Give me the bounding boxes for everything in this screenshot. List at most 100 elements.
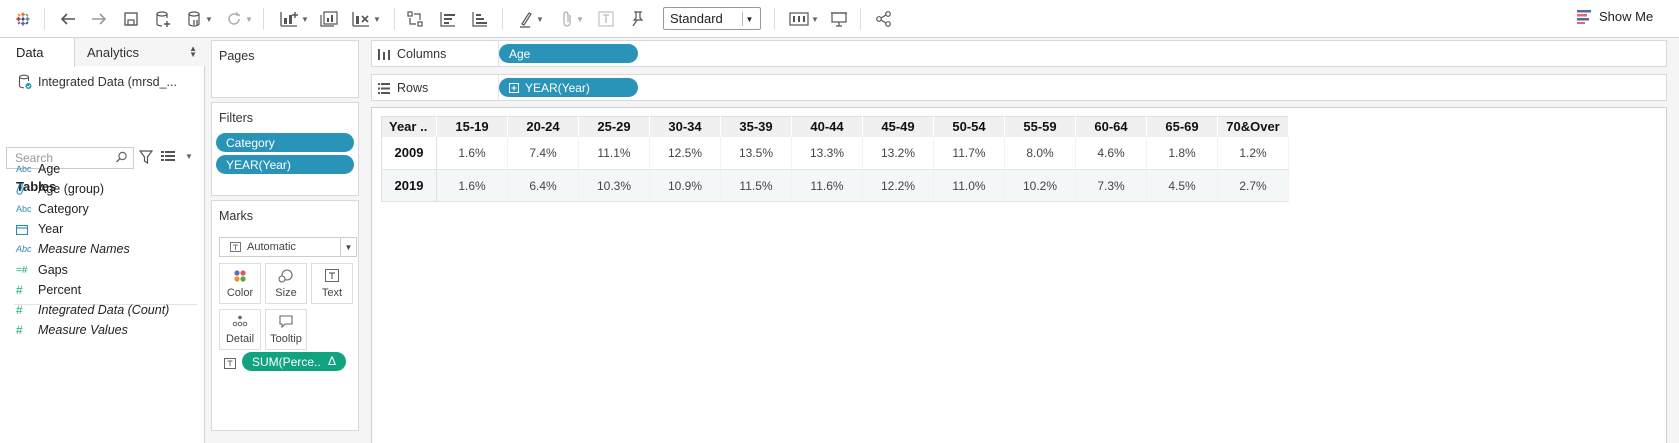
- show-cards-icon[interactable]: ▼: [787, 7, 821, 31]
- columns-pill-age[interactable]: Age: [499, 44, 638, 63]
- clear-sheet-caret-icon[interactable]: ▼: [373, 15, 381, 24]
- table-cell[interactable]: 1.2%: [1217, 136, 1289, 170]
- rows-pill-year[interactable]: YEAR(Year): [499, 78, 638, 97]
- field-integrated-data-count[interactable]: # Integrated Data (Count): [16, 300, 169, 320]
- group-members-icon[interactable]: ▼: [555, 7, 589, 31]
- table-cell[interactable]: 11.6%: [791, 169, 863, 202]
- column-header[interactable]: 30-34: [649, 116, 721, 137]
- filter-pill-year[interactable]: YEAR(Year): [216, 155, 354, 174]
- save-icon[interactable]: [121, 7, 141, 31]
- columns-shelf[interactable]: Columns Age: [371, 40, 1667, 67]
- table-cell[interactable]: 7.3%: [1075, 169, 1147, 202]
- table-cell[interactable]: 11.0%: [933, 169, 1005, 202]
- table-cell[interactable]: 12.5%: [649, 136, 721, 170]
- detail-button[interactable]: Detail: [219, 309, 261, 350]
- fix-axes-pin-icon[interactable]: [627, 7, 647, 31]
- column-header[interactable]: 65-69: [1146, 116, 1218, 137]
- table-cell[interactable]: 10.9%: [649, 169, 721, 202]
- column-header[interactable]: 25-29: [578, 116, 650, 137]
- new-worksheet-caret-icon[interactable]: ▼: [301, 15, 309, 24]
- tab-scroll-arrows-icon[interactable]: ▲ ▼: [189, 45, 197, 59]
- chevron-down-icon[interactable]: ▼: [742, 12, 756, 26]
- clear-sheet-icon[interactable]: ▼: [348, 7, 384, 31]
- tooltip-button[interactable]: Tooltip: [265, 309, 307, 350]
- table-cell[interactable]: 4.6%: [1075, 136, 1147, 170]
- view-options-caret-icon[interactable]: ▼: [185, 152, 193, 161]
- rows-shelf[interactable]: Rows YEAR(Year): [371, 74, 1667, 101]
- column-header[interactable]: 40-44: [791, 116, 863, 137]
- field-gaps[interactable]: =# Gaps: [16, 260, 68, 280]
- table-cell[interactable]: 10.2%: [1004, 169, 1076, 202]
- undo-icon[interactable]: [57, 7, 79, 31]
- new-worksheet-icon[interactable]: ▼: [276, 7, 312, 31]
- refresh-caret-icon[interactable]: ▼: [245, 15, 253, 24]
- color-button[interactable]: Color: [219, 263, 261, 304]
- show-cards-caret-icon[interactable]: ▼: [811, 15, 819, 24]
- table-cell[interactable]: 2.7%: [1217, 169, 1289, 202]
- field-age[interactable]: Abc Age: [16, 159, 60, 179]
- field-measure-values[interactable]: # Measure Values: [16, 320, 128, 340]
- table-cell[interactable]: 13.2%: [862, 136, 934, 170]
- chevron-down-icon[interactable]: ▼: [340, 238, 356, 256]
- tab-analytics[interactable]: Analytics ▲ ▼: [75, 38, 205, 66]
- column-header[interactable]: 60-64: [1075, 116, 1147, 137]
- field-age-group[interactable]: Age (group): [16, 179, 104, 199]
- field-measure-names[interactable]: Abc Measure Names: [16, 239, 130, 259]
- duplicate-sheet-icon[interactable]: [318, 7, 340, 31]
- row-header-title[interactable]: Year ..: [381, 116, 437, 137]
- field-category[interactable]: Abc Category: [16, 199, 89, 219]
- table-cell[interactable]: 7.4%: [507, 136, 579, 170]
- column-header[interactable]: 20-24: [507, 116, 579, 137]
- field-year[interactable]: Year: [16, 219, 63, 239]
- table-cell[interactable]: 1.6%: [436, 169, 508, 202]
- swap-rows-columns-icon[interactable]: [404, 7, 426, 31]
- pages-card[interactable]: Pages: [211, 40, 359, 98]
- pause-updates-icon[interactable]: ▼: [183, 7, 217, 31]
- sort-descending-icon[interactable]: [469, 7, 491, 31]
- filter-pill-category[interactable]: Category: [216, 133, 354, 152]
- column-header[interactable]: 50-54: [933, 116, 1005, 137]
- tableau-logo-icon[interactable]: [12, 7, 34, 31]
- table-cell[interactable]: 13.3%: [791, 136, 863, 170]
- column-header[interactable]: 55-59: [1004, 116, 1076, 137]
- table-cell[interactable]: 1.6%: [436, 136, 508, 170]
- row-header[interactable]: 2019: [381, 169, 437, 202]
- new-data-source-icon[interactable]: [152, 7, 174, 31]
- table-cell[interactable]: 8.0%: [1004, 136, 1076, 170]
- table-cell[interactable]: 11.1%: [578, 136, 650, 170]
- sort-ascending-icon[interactable]: [437, 7, 459, 31]
- size-button[interactable]: Size: [265, 263, 307, 304]
- pause-updates-caret-icon[interactable]: ▼: [205, 15, 213, 24]
- table-cell[interactable]: 10.3%: [578, 169, 650, 202]
- table-cell[interactable]: 4.5%: [1146, 169, 1218, 202]
- mark-type-select[interactable]: Automatic ▼: [219, 237, 357, 257]
- highlight-icon[interactable]: ▼: [514, 7, 548, 31]
- column-header[interactable]: 70&Over: [1217, 116, 1289, 137]
- table-cell[interactable]: 11.7%: [933, 136, 1005, 170]
- show-me-button[interactable]: Show Me: [1577, 9, 1653, 24]
- table-cell[interactable]: 11.5%: [720, 169, 792, 202]
- filters-card[interactable]: Filters Category YEAR(Year): [211, 102, 359, 196]
- column-header[interactable]: 45-49: [862, 116, 934, 137]
- redo-icon[interactable]: [88, 7, 110, 31]
- tab-data[interactable]: Data: [0, 38, 75, 67]
- table-cell[interactable]: 1.8%: [1146, 136, 1218, 170]
- table-cell[interactable]: 6.4%: [507, 169, 579, 202]
- table-cell[interactable]: 13.5%: [720, 136, 792, 170]
- expand-plus-icon[interactable]: [509, 82, 519, 93]
- presentation-mode-icon[interactable]: [828, 7, 850, 31]
- field-percent[interactable]: # Percent: [16, 280, 81, 300]
- column-header[interactable]: 15-19: [436, 116, 508, 137]
- share-icon[interactable]: [873, 7, 895, 31]
- view-options-icon[interactable]: ▼: [161, 150, 193, 162]
- group-members-caret-icon[interactable]: ▼: [576, 15, 584, 24]
- row-header[interactable]: 2009: [381, 136, 437, 170]
- table-cell[interactable]: 12.2%: [862, 169, 934, 202]
- marks-pill-sum-percent[interactable]: SUM(Perce.. Δ: [242, 352, 346, 371]
- text-button[interactable]: Text: [311, 263, 353, 304]
- show-mark-labels-icon[interactable]: [596, 7, 616, 31]
- column-header[interactable]: 35-39: [720, 116, 792, 137]
- refresh-icon[interactable]: ▼: [222, 7, 256, 31]
- datasource-item[interactable]: Integrated Data (mrsd_...: [18, 74, 177, 90]
- filter-icon[interactable]: [138, 150, 154, 167]
